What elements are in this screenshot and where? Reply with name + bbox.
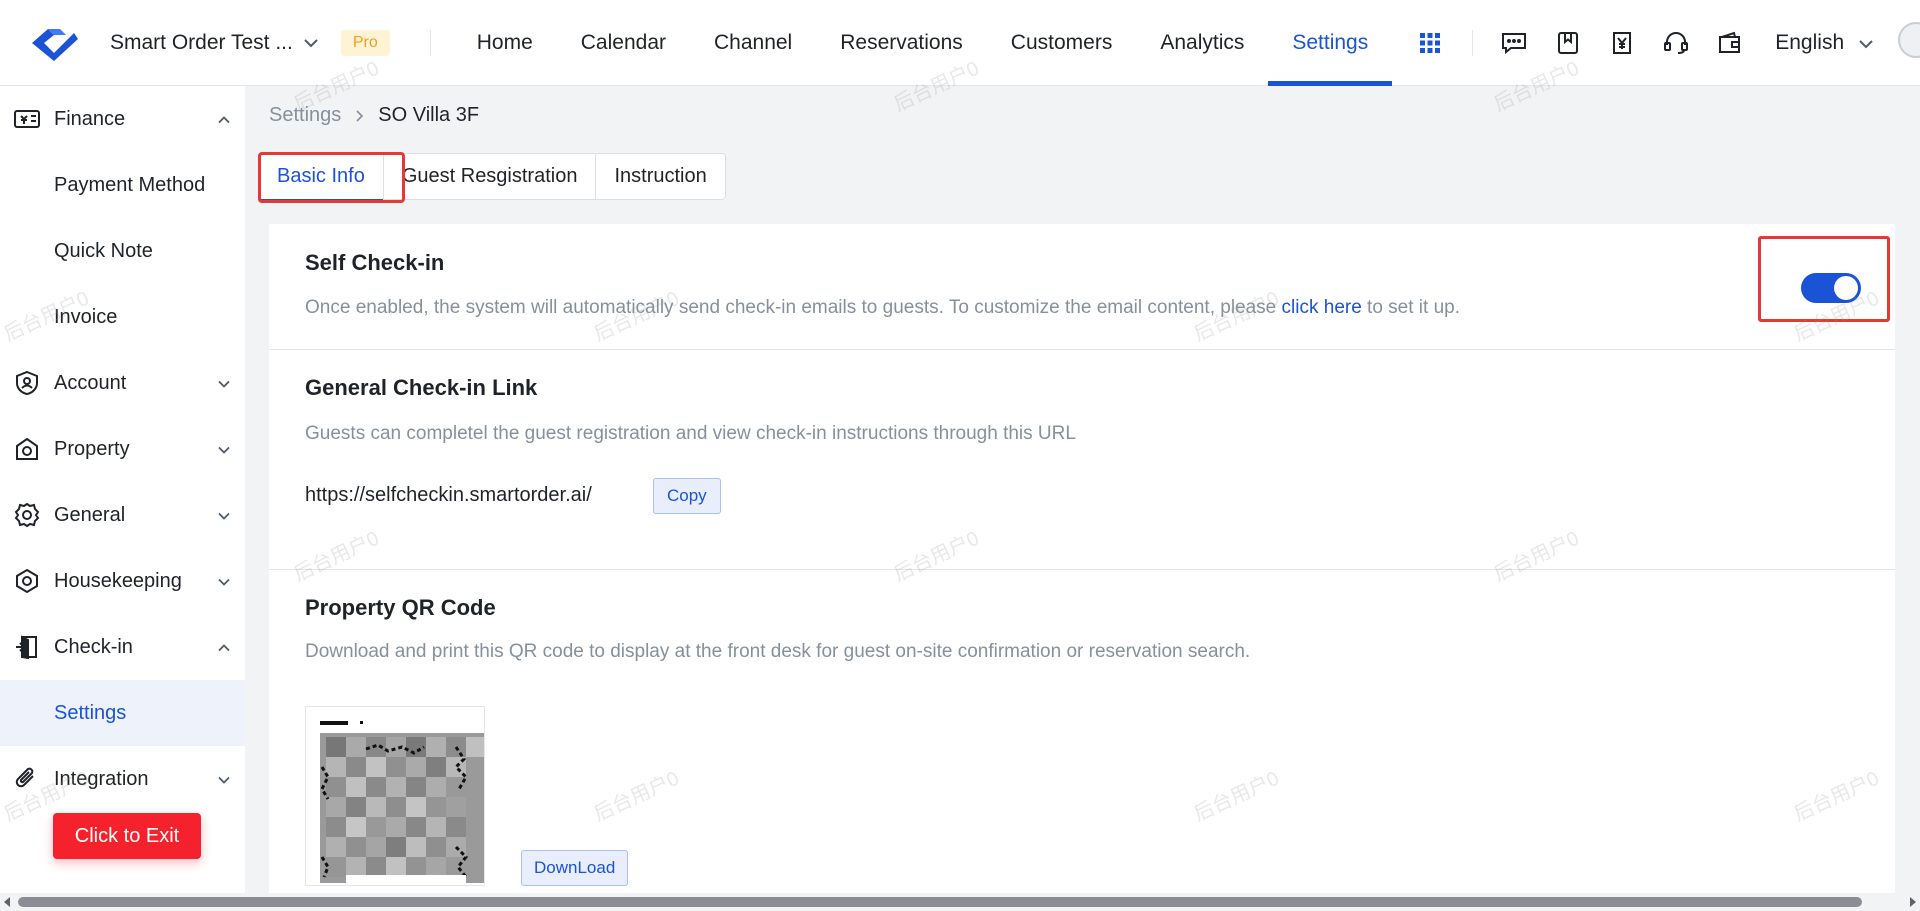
sidebar-label: Account: [54, 371, 127, 394]
scroll-left-arrow-icon[interactable]: [4, 897, 10, 907]
housekeeping-icon: [12, 566, 42, 596]
scrollbar-thumb[interactable]: [18, 897, 1862, 907]
nav-settings[interactable]: Settings: [1268, 0, 1393, 86]
self-checkin-toggle[interactable]: [1801, 273, 1861, 303]
top-bar: Smart Order Test ... Pro Home Calendar C…: [0, 0, 1920, 86]
finance-icon: [12, 104, 42, 134]
tab-bar: Basic Info Guest Resgistration Instructi…: [258, 153, 726, 200]
language-label: English: [1775, 30, 1845, 54]
toggle-knob: [1834, 276, 1858, 300]
chevron-down-icon: [217, 438, 231, 461]
qr-desc: Download and print this QR code to displ…: [305, 641, 1251, 662]
nav-customers[interactable]: Customers: [987, 0, 1137, 86]
sidebar-label: Property: [54, 437, 130, 460]
divider: [1472, 29, 1474, 56]
apps-grid-icon[interactable]: [1396, 0, 1464, 86]
chevron-down-icon: [1858, 31, 1874, 55]
breadcrumb-current: SO Villa 3F: [378, 104, 480, 126]
sidebar-item-payment-method[interactable]: Payment Method: [0, 152, 245, 218]
qr-title: Property QR Code: [305, 595, 496, 620]
tab-instruction[interactable]: Instruction: [595, 153, 726, 200]
exit-button[interactable]: Click to Exit: [53, 813, 201, 859]
sidebar-item-checkin[interactable]: Check-in: [0, 614, 245, 680]
scroll-right-arrow-icon[interactable]: [1910, 897, 1916, 907]
general-link-title: General Check-in Link: [305, 375, 538, 400]
self-checkin-desc-tail: to set it up.: [1361, 297, 1461, 318]
property-icon: [12, 434, 42, 464]
sidebar-label: Finance: [54, 107, 126, 130]
paperclip-icon: [12, 764, 42, 794]
chevron-down-icon: [303, 38, 319, 48]
self-checkin-desc: Once enabled, the system will automatica…: [305, 297, 1460, 319]
chevron-down-icon: [217, 570, 231, 593]
nav-calendar[interactable]: Calendar: [557, 0, 690, 86]
tab-guest-registration[interactable]: Guest Resgistration: [382, 153, 597, 200]
language-selector[interactable]: English: [1775, 31, 1874, 55]
sidebar-item-quick-note[interactable]: Quick Note: [0, 218, 245, 284]
sidebar-item-property[interactable]: Property: [0, 416, 245, 482]
chevron-down-icon: [217, 504, 231, 527]
nav-home[interactable]: Home: [453, 0, 557, 86]
sidebar-label: General: [54, 503, 126, 526]
breadcrumb-root[interactable]: Settings: [269, 104, 341, 127]
yen-receipt-icon[interactable]: [1595, 0, 1649, 86]
sidebar-item-housekeeping[interactable]: Housekeeping: [0, 548, 245, 614]
app-logo[interactable]: [26, 13, 94, 73]
plan-badge: Pro: [340, 29, 390, 56]
wallet-icon[interactable]: [1703, 0, 1757, 86]
chevron-down-icon: [217, 372, 231, 395]
qr-code-image: [305, 706, 485, 886]
sidebar-label: Housekeeping: [54, 569, 182, 592]
gear-icon: [12, 500, 42, 530]
sidebar-item-account[interactable]: Account: [0, 350, 245, 416]
sidebar-item-integration[interactable]: Integration: [0, 746, 245, 812]
sidebar-item-checkin-settings[interactable]: Settings: [0, 680, 245, 746]
org-selector[interactable]: Smart Order Test ...: [110, 31, 319, 55]
tab-basic-info[interactable]: Basic Info: [258, 153, 384, 200]
toggle-highlight-box: [1758, 236, 1890, 322]
chevron-right-icon: [355, 109, 364, 123]
self-checkin-title: Self Check-in: [305, 250, 445, 275]
chevron-down-icon: [217, 768, 231, 791]
copy-button[interactable]: Copy: [653, 478, 721, 514]
breadcrumb: Settings SO Villa 3F: [269, 104, 479, 127]
checkin-url: https://selfcheckin.smartorder.ai/: [305, 484, 592, 506]
download-button[interactable]: DownLoad: [521, 850, 629, 886]
sidebar-item-invoice[interactable]: Invoice: [0, 284, 245, 350]
door-icon: [12, 632, 42, 662]
chevron-up-icon: [217, 636, 231, 659]
horizontal-scrollbar[interactable]: [0, 893, 1920, 911]
general-link-desc: Guests can completel the guest registrat…: [305, 423, 1076, 444]
org-name: Smart Order Test ...: [110, 30, 293, 54]
main-nav: Home Calendar Channel Reservations Custo…: [453, 0, 1393, 86]
self-checkin-section: Self Check-in Once enabled, the system w…: [269, 224, 1895, 350]
nav-channel[interactable]: Channel: [690, 0, 816, 86]
headset-icon[interactable]: [1649, 0, 1703, 86]
self-checkin-desc-text: Once enabled, the system will automatica…: [305, 297, 1282, 318]
sidebar-item-general[interactable]: General: [0, 482, 245, 548]
nav-analytics[interactable]: Analytics: [1136, 0, 1268, 86]
account-shield-icon: [12, 368, 42, 398]
nav-reservations[interactable]: Reservations: [816, 0, 987, 86]
chevron-up-icon: [217, 108, 231, 131]
click-here-link[interactable]: click here: [1282, 297, 1362, 318]
sidebar-label: Integration: [54, 767, 149, 790]
avatar[interactable]: [1898, 22, 1920, 58]
message-icon[interactable]: [1487, 0, 1541, 86]
general-link-section: General Check-in Link Guests can complet…: [269, 350, 1895, 570]
settings-panel: Self Check-in Once enabled, the system w…: [269, 224, 1895, 900]
sidebar-item-finance[interactable]: Finance: [0, 86, 245, 152]
sidebar: Finance Payment Method Quick Note Invoic…: [0, 86, 245, 911]
sidebar-label: Check-in: [54, 635, 133, 658]
divider: [429, 29, 431, 56]
bookmark-icon[interactable]: [1541, 0, 1595, 86]
